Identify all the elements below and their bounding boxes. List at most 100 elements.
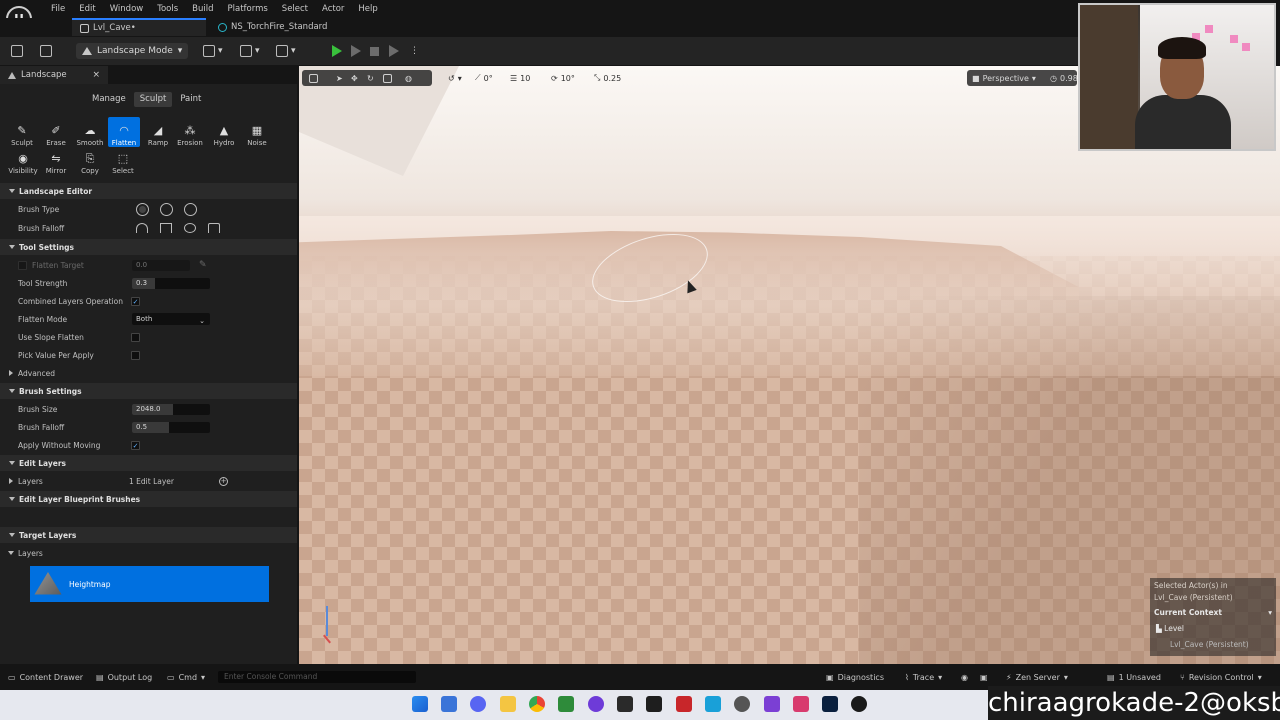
scale-button[interactable] xyxy=(383,71,392,85)
prop-target-layers[interactable]: Layers xyxy=(0,544,297,562)
trace-button[interactable]: ⌇ Trace ▾ xyxy=(905,671,942,683)
menu-select[interactable]: Select xyxy=(275,2,315,16)
record-button[interactable]: ◉ xyxy=(961,671,968,683)
unsaved-button[interactable]: ▤ 1 Unsaved xyxy=(1107,671,1161,683)
visual-studio-icon[interactable] xyxy=(764,696,780,712)
tab-torchfire[interactable]: NS_TorchFire_Standard xyxy=(210,18,360,36)
cmd-button[interactable]: ▭ Cmd ▾ xyxy=(167,671,205,683)
select-mode-button[interactable]: ➤ xyxy=(336,71,343,85)
windows-start-icon[interactable] xyxy=(412,696,428,712)
section-brush-settings[interactable]: Brush Settings xyxy=(0,383,297,399)
tool-noise[interactable]: ▦ Noise xyxy=(241,121,273,148)
zen-server-button[interactable]: ⚡ Zen Server ▾ xyxy=(1006,671,1068,683)
content-drawer-button[interactable]: ▭ Content Drawer xyxy=(8,671,83,683)
blueprint-button[interactable]: ▾ xyxy=(240,43,260,59)
pick-value-checkbox[interactable] xyxy=(131,350,140,360)
section-edit-layers[interactable]: Edit Layers xyxy=(0,455,297,471)
menu-build[interactable]: Build xyxy=(185,2,220,16)
scale-snap-button[interactable]: ⤡ 0.25 xyxy=(594,71,621,85)
landscape-tab[interactable]: Landscape × xyxy=(0,66,108,84)
flatten-target-checkbox[interactable] xyxy=(18,260,27,270)
taskview-icon[interactable] xyxy=(441,696,457,712)
tip-falloff-icon[interactable] xyxy=(208,223,220,233)
tool-ramp[interactable]: ◢ Ramp xyxy=(142,121,174,148)
tab-manage[interactable]: Manage xyxy=(86,92,132,107)
tool-erosion[interactable]: ⁂ Erosion xyxy=(174,121,206,148)
use-slope-checkbox[interactable] xyxy=(131,332,140,342)
photoshop-icon[interactable] xyxy=(822,696,838,712)
chrome-icon[interactable] xyxy=(529,696,545,712)
landscape-mode-button[interactable]: Landscape Mode ▾ xyxy=(76,43,189,59)
rotate-snap-button[interactable]: ⟳ 10° xyxy=(551,71,575,85)
store-icon[interactable] xyxy=(705,696,721,712)
world-local-button[interactable]: ◍ xyxy=(405,71,412,85)
tool-visibility[interactable]: ◉ Visibility xyxy=(7,149,39,176)
camera-speed[interactable]: ◷ 0.98 xyxy=(1050,71,1078,85)
section-tool-settings[interactable]: Tool Settings xyxy=(0,239,297,255)
grid-snap-button[interactable]: ☰ 10 xyxy=(510,71,530,85)
rotate-button[interactable]: ↻ xyxy=(367,71,374,85)
tool-select[interactable]: ⬚ Select xyxy=(107,149,139,176)
level-row[interactable]: ▙ Level xyxy=(1156,624,1184,633)
tool-copy[interactable]: ⎘ Copy xyxy=(74,149,106,176)
heightmap-layer[interactable]: Heightmap xyxy=(30,566,269,602)
menu-platforms[interactable]: Platforms xyxy=(221,2,275,16)
smooth-falloff-icon[interactable] xyxy=(136,223,148,233)
prop-layers[interactable]: Layers 1 Edit Layer + xyxy=(0,472,297,490)
flatten-mode-dropdown[interactable]: Both ⌄ xyxy=(132,313,210,325)
tool-smooth[interactable]: ☁ Smooth xyxy=(74,121,106,148)
tool-mirror[interactable]: ⇋ Mirror xyxy=(40,149,72,176)
viewport-menu-button[interactable] xyxy=(309,71,318,85)
apply-without-moving-checkbox[interactable]: ✓ xyxy=(131,440,140,450)
prop-advanced[interactable]: Advanced xyxy=(0,364,297,382)
save-button[interactable] xyxy=(11,43,23,59)
app-icon[interactable] xyxy=(646,696,662,712)
surface-snap-button[interactable]: ↺ ▾ xyxy=(448,71,462,85)
output-log-button[interactable]: ▤ Output Log xyxy=(96,671,152,683)
step-button[interactable] xyxy=(351,43,361,59)
file-explorer-icon[interactable] xyxy=(500,696,516,712)
flatten-target-value[interactable]: 0.0 xyxy=(132,259,190,271)
brush-size-slider[interactable]: 2048.0 xyxy=(132,403,210,415)
tool-hydro[interactable]: ▲ Hydro xyxy=(208,121,240,148)
perspective-button[interactable]: ■ Perspective ▾ xyxy=(972,71,1036,85)
menu-edit[interactable]: Edit xyxy=(72,2,102,16)
obs-icon[interactable] xyxy=(734,696,750,712)
terminal-icon[interactable] xyxy=(617,696,633,712)
eject-button[interactable] xyxy=(389,43,399,59)
revision-control-button[interactable]: ⑂ Revision Control ▾ xyxy=(1180,671,1262,683)
rotation-value[interactable]: ⟋ 0° xyxy=(475,71,493,85)
combined-layers-checkbox[interactable]: ✓ xyxy=(131,296,140,306)
tab-lvl-cave[interactable]: Lvl_Cave• xyxy=(72,18,206,36)
diagnostics-button[interactable]: ▣ Diagnostics xyxy=(826,671,884,683)
menu-actor[interactable]: Actor xyxy=(315,2,351,16)
play-button[interactable] xyxy=(332,43,342,59)
translate-button[interactable]: ✥ xyxy=(351,71,358,85)
circle-brush-icon[interactable] xyxy=(136,202,149,216)
cinematics-button[interactable]: ▾ xyxy=(276,43,296,59)
section-blueprint-brushes[interactable]: Edit Layer Blueprint Brushes xyxy=(0,491,297,507)
menu-file[interactable]: File xyxy=(44,2,72,16)
spherical-falloff-icon[interactable] xyxy=(184,223,196,233)
menu-help[interactable]: Help xyxy=(351,2,384,16)
sheets-icon[interactable] xyxy=(558,696,574,712)
unreal-engine-icon[interactable] xyxy=(851,696,867,712)
menu-window[interactable]: Window xyxy=(103,2,151,16)
menu-tools[interactable]: Tools xyxy=(150,2,185,16)
screenshot-button[interactable]: ▣ xyxy=(980,671,988,683)
stop-button[interactable] xyxy=(370,43,379,59)
tab-sculpt[interactable]: Sculpt xyxy=(133,92,173,107)
app-icon[interactable] xyxy=(793,696,809,712)
tool-flatten[interactable]: ◠ Flatten xyxy=(108,117,140,147)
github-icon[interactable] xyxy=(588,696,604,712)
persistent-level[interactable]: Lvl_Cave (Persistent) xyxy=(1170,640,1249,649)
add-actor-button[interactable]: ▾ xyxy=(203,43,223,59)
section-landscape-editor[interactable]: Landscape Editor xyxy=(0,183,297,199)
chevron-down-icon[interactable]: ▾ xyxy=(1268,608,1272,617)
brush-falloff-slider[interactable]: 0.5 xyxy=(132,421,210,433)
discord-icon[interactable] xyxy=(470,696,486,712)
browse-button[interactable] xyxy=(40,43,52,59)
linear-falloff-icon[interactable] xyxy=(160,223,172,233)
eyedropper-icon[interactable]: ✎ xyxy=(199,260,207,270)
play-options-button[interactable]: ⋮ xyxy=(410,43,419,59)
